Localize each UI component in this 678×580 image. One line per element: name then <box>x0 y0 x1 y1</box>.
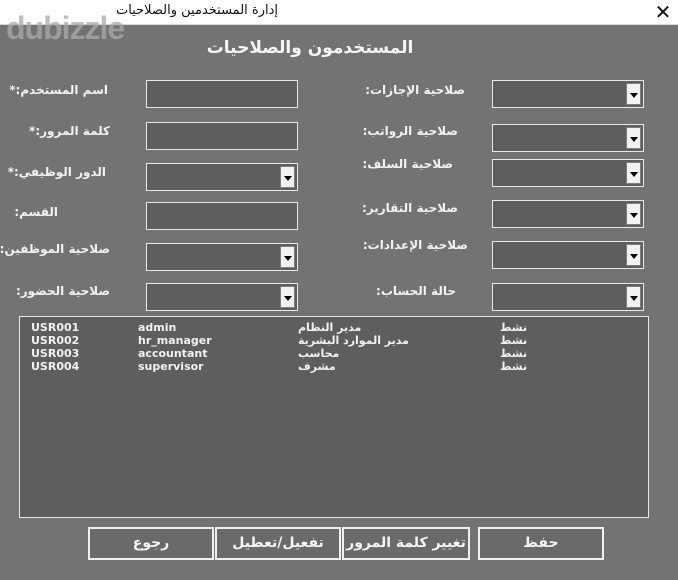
password-label: كلمة المرور:* <box>29 124 110 138</box>
back-button[interactable]: رجوع <box>88 527 214 560</box>
user-username: accountant <box>138 347 208 360</box>
reports-perm-select[interactable] <box>492 200 644 228</box>
user-permissions-window: إدارة المستخدمين والصلاحيات ✕ dubizzle ا… <box>0 0 678 580</box>
department-label: القسم: <box>14 205 58 219</box>
user-status: نشط <box>500 334 528 347</box>
salaries-perm-select[interactable] <box>492 124 644 152</box>
user-status: نشط <box>500 360 528 373</box>
account-status-label: حالة الحساب: <box>376 284 456 298</box>
leaves-perm-label: صلاحية الإجازات: <box>365 83 465 97</box>
employees-perm-label: صلاحية الموظفين: <box>0 242 110 256</box>
users-list[interactable]: USR001 admin مدير النظام نشط USR002 hr_m… <box>19 316 649 518</box>
user-status: نشط <box>500 347 528 360</box>
job-role-select[interactable] <box>146 163 298 191</box>
chevron-down-icon[interactable] <box>626 127 641 149</box>
user-status: نشط <box>500 321 528 334</box>
chevron-down-icon[interactable] <box>280 166 295 188</box>
chevron-down-icon[interactable] <box>626 83 641 105</box>
chevron-down-icon[interactable] <box>626 203 641 225</box>
username-label: اسم المستخدم:* <box>9 83 108 97</box>
user-id: USR003 <box>31 347 80 360</box>
chevron-down-icon[interactable] <box>626 244 641 266</box>
list-item[interactable]: USR004 supervisor مشرف نشط <box>20 360 648 373</box>
chevron-down-icon[interactable] <box>626 162 641 184</box>
chevron-down-icon[interactable] <box>280 286 295 308</box>
window-title: إدارة المستخدمين والصلاحيات <box>115 3 278 18</box>
settings-perm-select[interactable] <box>492 241 644 269</box>
employees-perm-select[interactable] <box>146 243 298 271</box>
user-id: USR001 <box>31 321 80 334</box>
leaves-perm-select[interactable] <box>492 80 644 108</box>
form-title: المستخدمون والصلاحيات <box>206 38 414 58</box>
change-password-button[interactable]: تغيير كلمة المرور <box>342 527 470 560</box>
list-item[interactable]: USR003 accountant محاسب نشط <box>20 347 648 360</box>
attendance-perm-label: صلاحية الحضور: <box>15 284 110 298</box>
password-input[interactable] <box>146 122 298 150</box>
user-username: supervisor <box>138 360 204 373</box>
username-input[interactable] <box>146 80 298 108</box>
department-input[interactable] <box>146 202 298 230</box>
attendance-perm-select[interactable] <box>146 283 298 311</box>
user-username: admin <box>138 321 177 334</box>
watermark-logo: dubizzle <box>6 10 125 46</box>
list-item[interactable]: USR001 admin مدير النظام نشط <box>20 321 648 334</box>
settings-perm-label: صلاحية الإعدادات: <box>362 238 468 252</box>
advances-perm-label: صلاحية السلف: <box>362 157 453 171</box>
account-status-select[interactable] <box>492 283 644 311</box>
salaries-perm-label: صلاحية الرواتب: <box>362 124 458 138</box>
list-item[interactable]: USR002 hr_manager مدير الموارد البشرية ن… <box>20 334 648 347</box>
chevron-down-icon[interactable] <box>280 246 295 268</box>
close-icon[interactable]: ✕ <box>652 1 674 23</box>
chevron-down-icon[interactable] <box>626 286 641 308</box>
save-button[interactable]: حفظ <box>478 527 604 560</box>
user-role: مشرف <box>298 360 336 373</box>
user-role: محاسب <box>298 347 340 360</box>
user-id: USR004 <box>31 360 80 373</box>
user-username: hr_manager <box>138 334 212 347</box>
advances-perm-select[interactable] <box>492 159 644 187</box>
user-role: مدير الموارد البشرية <box>298 334 409 347</box>
user-role: مدير النظام <box>298 321 362 334</box>
user-id: USR002 <box>31 334 80 347</box>
reports-perm-label: صلاحية التقارير: <box>361 201 458 215</box>
toggle-active-button[interactable]: تفعيل/تعطيل <box>215 527 341 560</box>
job-role-label: الدور الوظيفي:* <box>7 165 106 179</box>
